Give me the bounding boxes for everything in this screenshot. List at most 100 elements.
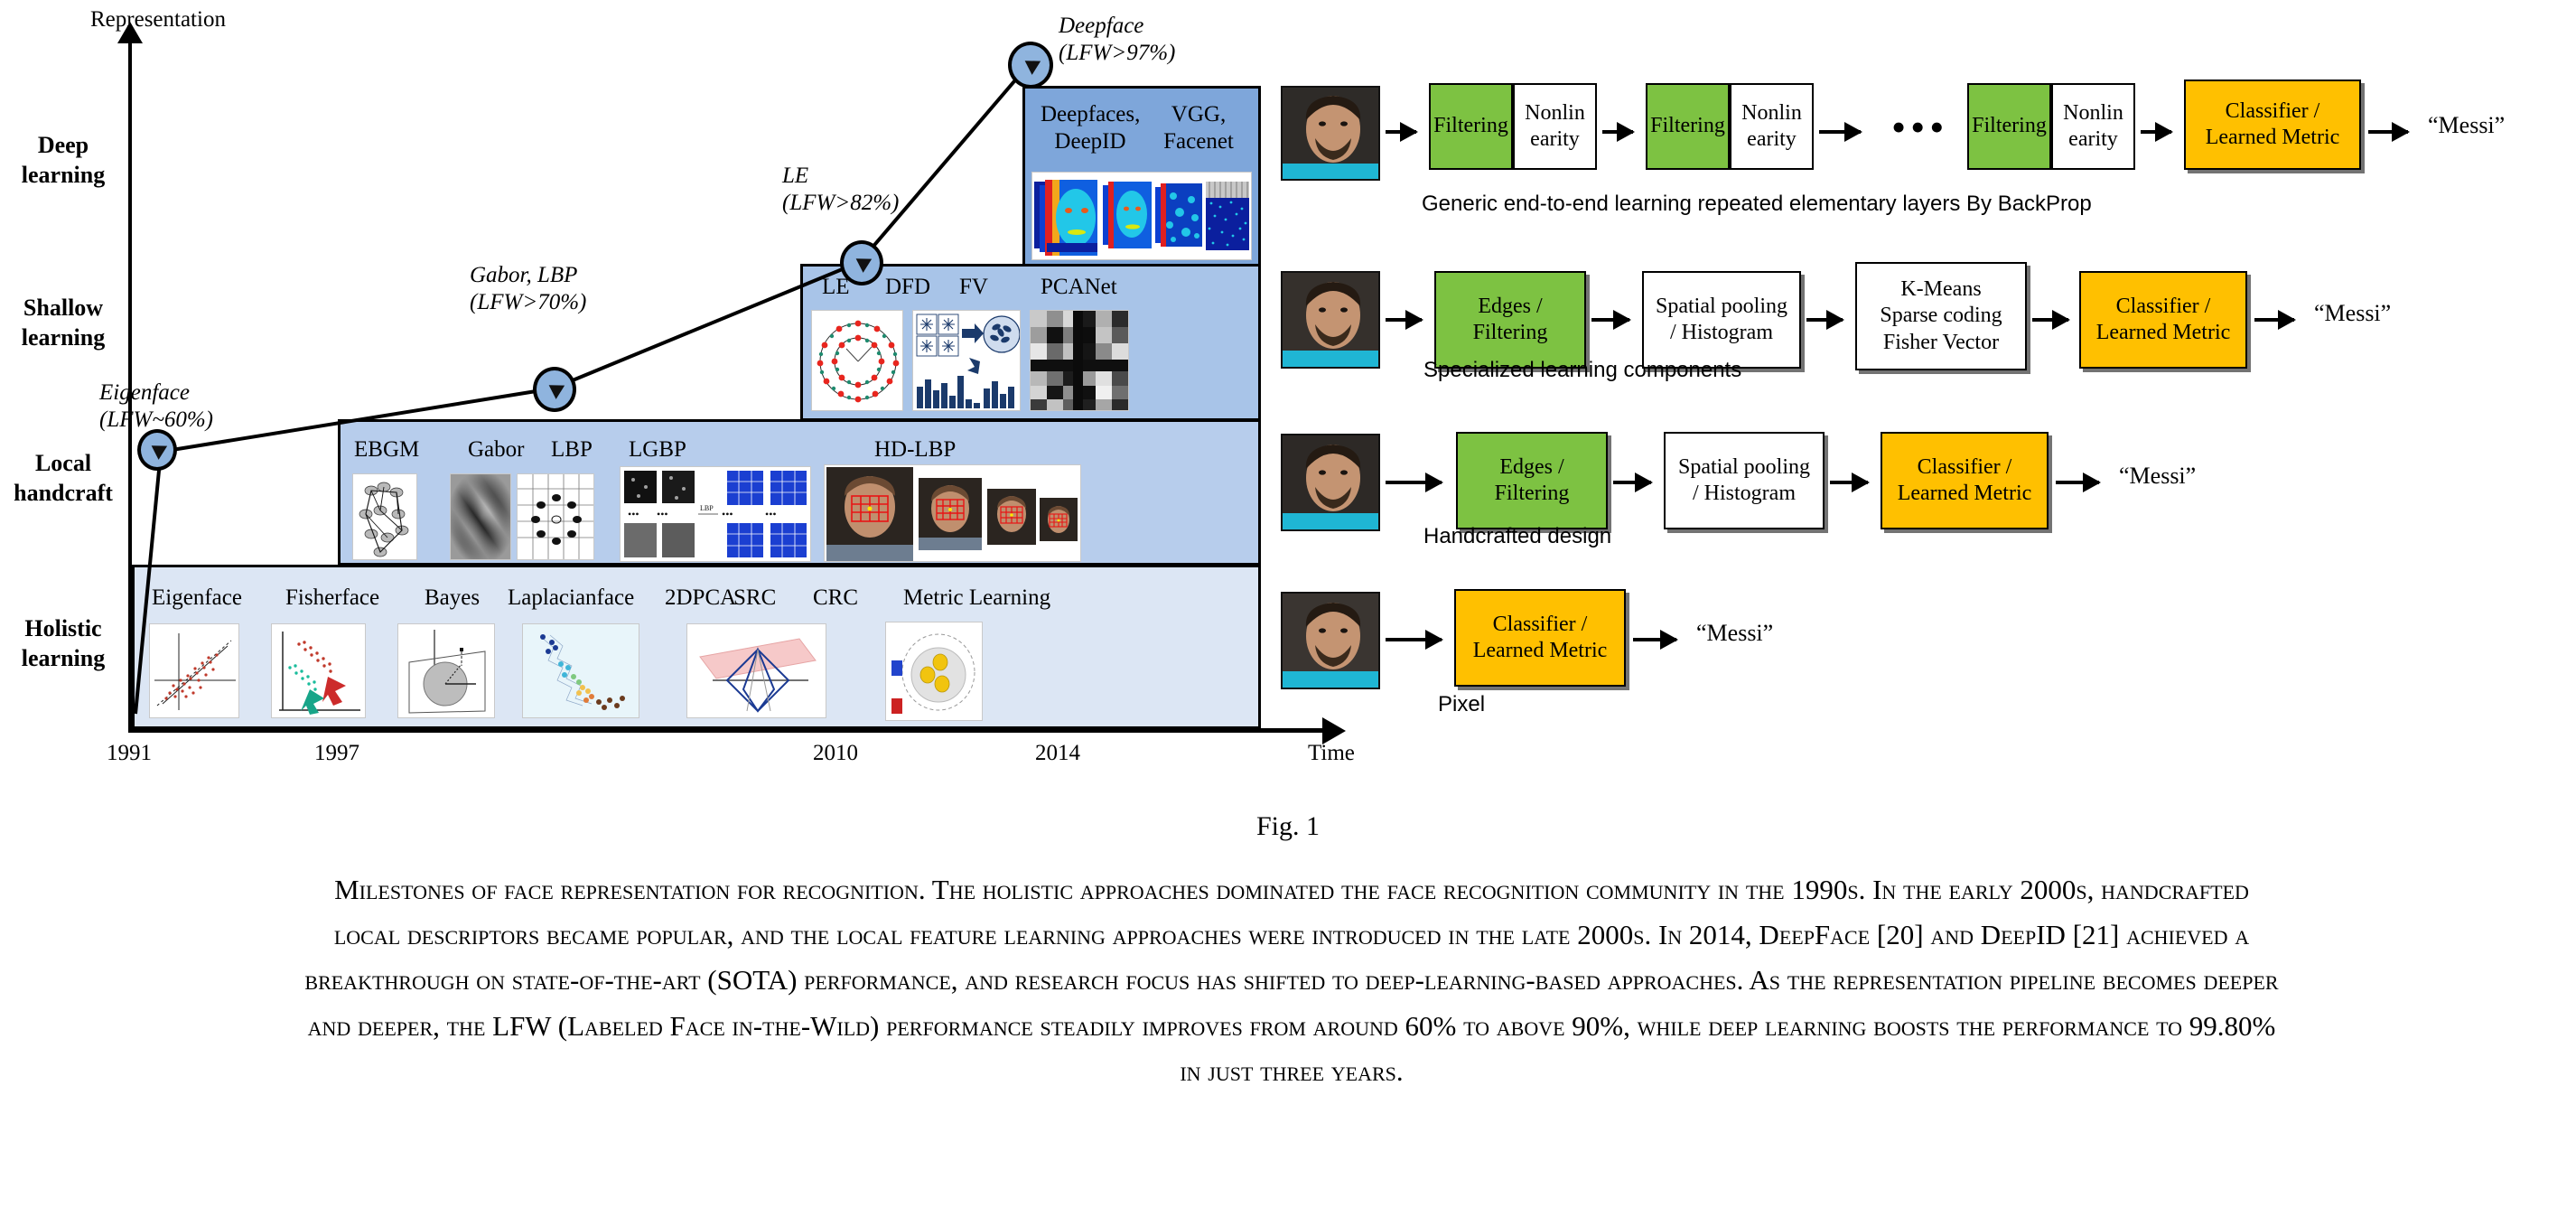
figure-caption: Milestones of face representation for re… bbox=[304, 874, 2279, 1087]
thumbnail-deepfaces bbox=[1031, 172, 1252, 260]
callout-eigenface: Eigenface (LFW~60%) bbox=[99, 379, 213, 434]
thumbnail-le bbox=[811, 310, 903, 411]
stage-classifier-holistic: Classifier / Learned Metric bbox=[1454, 589, 1626, 687]
label-nonlinearity-3-line1: Nonlin bbox=[2063, 100, 2123, 125]
output-label-shallow: “Messi” bbox=[2314, 300, 2392, 326]
label-kmeans-line1: K-Means bbox=[1900, 277, 1982, 302]
thumbnail-laplacianface bbox=[522, 623, 639, 718]
thumbnail-metric-learning bbox=[885, 622, 983, 721]
arrow-local-3 bbox=[1830, 481, 1868, 484]
ellipsis-deep: ••• bbox=[1891, 104, 1949, 150]
stage-pooling-local: Spatial pooling / Histogram bbox=[1664, 432, 1825, 529]
callout-gabor-name: Gabor, LBP bbox=[470, 263, 578, 287]
thumbnail-dfd-fv bbox=[912, 310, 1021, 411]
band-local-method-1: Gabor bbox=[468, 437, 525, 462]
band-holistic-method-2: Bayes bbox=[425, 585, 481, 610]
thumbnail-pcanet bbox=[1030, 310, 1129, 411]
figure-root: Representation Time Deep learning Shallo… bbox=[0, 0, 2576, 1226]
label-pooling-local-line1: Spatial pooling bbox=[1678, 454, 1810, 479]
arrow-shallow-out bbox=[2254, 318, 2294, 322]
svg-text:•••: ••• bbox=[628, 508, 639, 520]
stage-filtering-nonlinearity-2: Filtering Nonlin earity bbox=[1646, 83, 1814, 170]
label-nonlinearity-1-line2: earity bbox=[1530, 127, 1580, 151]
milestone-node-le[interactable] bbox=[840, 240, 883, 285]
thumbnail-hd-lbp bbox=[824, 464, 1081, 562]
thumbnail-lgbp: ••• ••• LBP ••• ••• bbox=[620, 466, 811, 562]
arrow-deep-4 bbox=[2141, 130, 2171, 134]
milestone-node-deepface[interactable] bbox=[1008, 42, 1053, 89]
y-axis-category-local: Local handcraft bbox=[14, 450, 113, 506]
milestone-node-eigenface[interactable] bbox=[137, 429, 177, 471]
arrow-local-1 bbox=[1386, 481, 1442, 484]
thumbnail-ebgm bbox=[352, 473, 417, 560]
label-classifier-deep-line2: Learned Metric bbox=[2205, 126, 2340, 149]
stage-filtering-1: Filtering bbox=[1429, 83, 1513, 170]
arrow-local-out bbox=[2056, 481, 2099, 484]
label-filtering-3: Filtering bbox=[1972, 114, 2047, 138]
band-local-method-4: HD-LBP bbox=[874, 437, 957, 462]
callout-gabor-acc: (LFW>70%) bbox=[470, 290, 587, 314]
pipeline-caption-shallow: Specialized learning components bbox=[1423, 358, 1742, 382]
arrow-shallow-3 bbox=[1806, 318, 1843, 322]
label-pooling-local-line2: / Histogram bbox=[1693, 482, 1796, 505]
band-shallow-method-2: FV bbox=[959, 275, 988, 299]
stage-classifier-deep: Classifier / Learned Metric bbox=[2184, 80, 2361, 170]
stage-classifier-shallow: Classifier / Learned Metric bbox=[2079, 271, 2247, 369]
label-classifier-shallow-line1: Classifier / bbox=[2115, 294, 2211, 318]
callout-eigenface-acc: (LFW~60%) bbox=[99, 407, 214, 432]
label-edges-local-line1: Edges / bbox=[1499, 454, 1564, 479]
stage-pooling-shallow: Spatial pooling / Histogram bbox=[1642, 271, 1801, 369]
label-classifier-holistic-line1: Classifier / bbox=[1492, 612, 1588, 636]
band-holistic-method-1: Fisherface bbox=[285, 585, 380, 610]
band-local-method-0: EBGM bbox=[354, 437, 420, 462]
output-label-deep: “Messi” bbox=[2428, 112, 2506, 138]
arrow-shallow-2 bbox=[1591, 318, 1629, 322]
arrow-deep-2 bbox=[1602, 130, 1633, 134]
band-shallow-method-3: PCANet bbox=[1041, 275, 1117, 299]
callout-eigenface-name: Eigenface bbox=[99, 380, 190, 405]
callout-le-name: LE bbox=[782, 164, 809, 188]
arrow-deep-3 bbox=[1819, 130, 1861, 134]
svg-text:•••: ••• bbox=[722, 508, 733, 520]
milestone-node-gabor-lbp[interactable] bbox=[533, 367, 576, 412]
label-kmeans-line3: Fisher Vector bbox=[1882, 330, 2000, 354]
y-axis-category-deep: Deep learning bbox=[21, 132, 106, 188]
thumbnail-eigenface bbox=[149, 623, 239, 718]
arrow-holistic-out bbox=[1633, 638, 1676, 641]
band-holistic-method-6: CRC bbox=[813, 585, 859, 610]
label-classifier-deep-line1: Classifier / bbox=[2225, 98, 2320, 123]
stage-filtering-3: Filtering bbox=[1967, 83, 2051, 170]
label-nonlinearity-3-line2: earity bbox=[2068, 127, 2118, 151]
callout-gabor-lbp: Gabor, LBP (LFW>70%) bbox=[470, 262, 586, 316]
band-local-method-3: LGBP bbox=[629, 437, 686, 462]
label-filtering-1: Filtering bbox=[1433, 114, 1508, 138]
band-deep-method-0: Deepfaces, DeepID bbox=[1041, 102, 1141, 154]
x-tick-1991: 1991 bbox=[107, 741, 152, 765]
y-axis-label: Representation bbox=[90, 7, 226, 32]
arrow-deep-1 bbox=[1386, 130, 1416, 134]
x-tick-2014: 2014 bbox=[1035, 741, 1080, 765]
callout-le-acc: (LFW>82%) bbox=[782, 191, 900, 215]
band-deep-method-1: VGG, Facenet bbox=[1163, 102, 1234, 154]
x-tick-1997: 1997 bbox=[314, 741, 359, 765]
band-holistic-method-3: Laplacianface bbox=[508, 585, 635, 610]
svg-text:LBP: LBP bbox=[700, 504, 714, 512]
callout-deepface-acc: (LFW>97%) bbox=[1059, 41, 1176, 65]
band-holistic-method-7: Metric Learning bbox=[903, 585, 1051, 610]
face-photo-messi-local bbox=[1281, 434, 1380, 531]
output-label-local: “Messi” bbox=[2119, 463, 2197, 489]
x-axis-label: Time bbox=[1308, 741, 1355, 765]
face-photo-messi-shallow bbox=[1281, 271, 1380, 369]
arrow-holistic-1 bbox=[1386, 638, 1442, 641]
output-label-holistic: “Messi” bbox=[1696, 620, 1774, 646]
callout-deepface-name: Deepface bbox=[1059, 14, 1144, 38]
stage-classifier-local: Classifier / Learned Metric bbox=[1881, 432, 2049, 529]
thumbnail-lbp bbox=[517, 473, 594, 560]
stage-filtering-nonlinearity-3: Filtering Nonlin earity bbox=[1967, 83, 2135, 170]
band-holistic-method-5: SRC bbox=[733, 585, 777, 610]
face-photo-messi-deep bbox=[1281, 86, 1380, 181]
label-filtering-2: Filtering bbox=[1650, 114, 1725, 138]
label-nonlinearity-2-line1: Nonlin bbox=[1741, 100, 1802, 125]
label-nonlinearity-1-line1: Nonlin bbox=[1525, 100, 1585, 125]
thumbnail-gabor bbox=[450, 473, 511, 560]
